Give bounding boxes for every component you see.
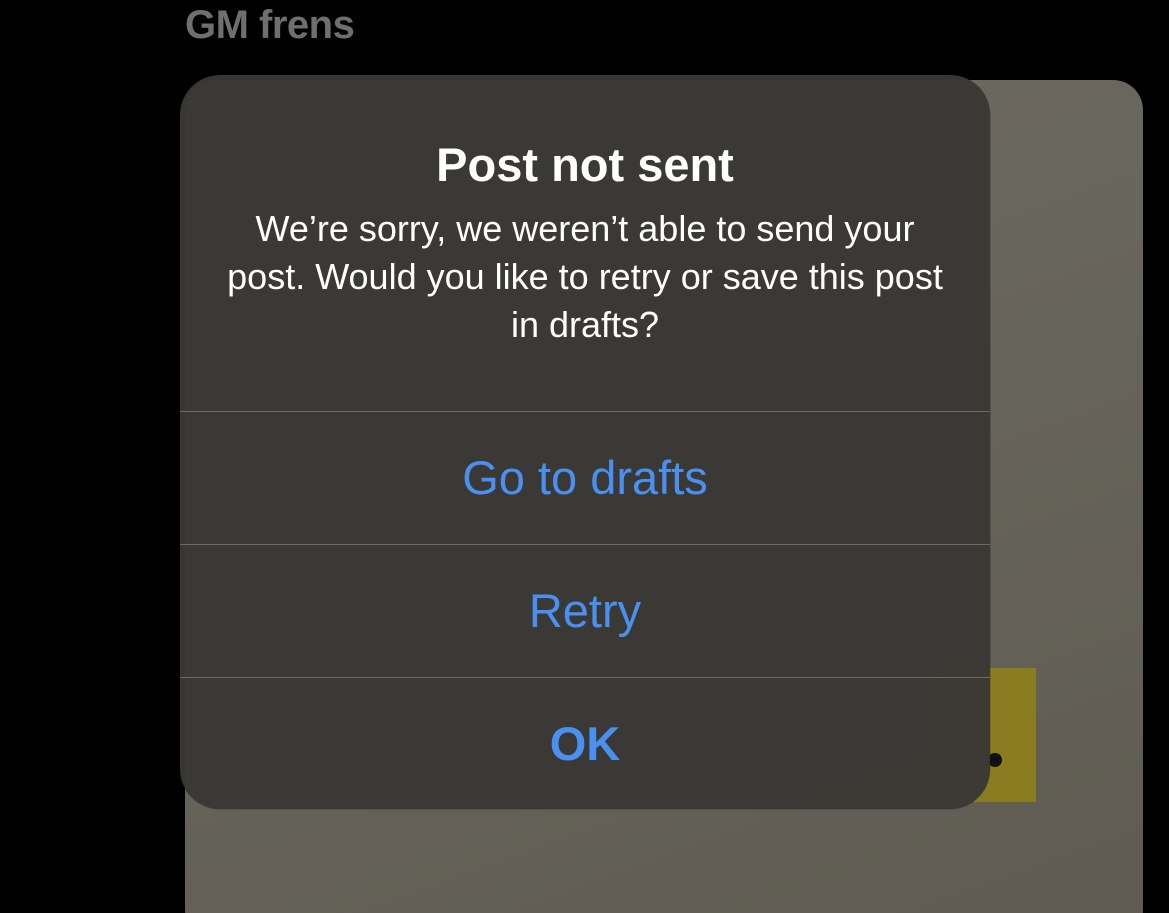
post-text: GM frens bbox=[185, 3, 355, 47]
alert-dialog: Post not sent We’re sorry, we weren’t ab… bbox=[180, 75, 990, 809]
media-dot bbox=[988, 753, 1002, 767]
go-to-drafts-button[interactable]: Go to drafts bbox=[180, 412, 990, 544]
ok-button[interactable]: OK bbox=[180, 678, 990, 809]
alert-header: Post not sent We’re sorry, we weren’t ab… bbox=[180, 75, 990, 411]
screen: GM frens Post not sent We’re sorry, we w… bbox=[0, 0, 1169, 913]
retry-button[interactable]: Retry bbox=[180, 545, 990, 677]
alert-title: Post not sent bbox=[436, 138, 734, 191]
alert-message: We’re sorry, we weren’t able to send you… bbox=[227, 208, 943, 345]
